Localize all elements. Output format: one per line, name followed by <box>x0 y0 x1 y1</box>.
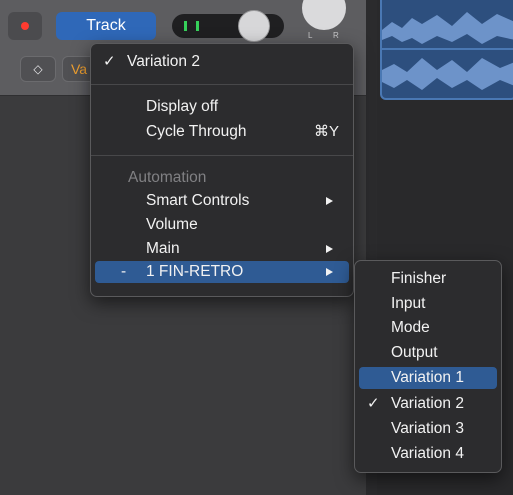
menu-item-cycle-through[interactable]: Cycle Through ⌘Y <box>95 121 349 143</box>
pan-right-label: R <box>333 31 339 40</box>
submenu-item-label: Variation 2 <box>391 395 464 412</box>
checkmark-icon: ✓ <box>367 395 380 412</box>
track-name-button[interactable]: Track <box>56 12 156 40</box>
submenu-arrow-icon <box>326 245 333 253</box>
submenu-item-label: Output <box>391 344 438 361</box>
submenu-item-label: Input <box>391 295 426 312</box>
submenu-arrow-icon <box>326 197 333 205</box>
submenu-item-variation-4[interactable]: Variation 4 <box>359 443 497 465</box>
submenu-item-mode[interactable]: Mode <box>359 317 497 339</box>
submenu-item-label: Variation 1 <box>391 369 464 386</box>
submenu-item-label: Finisher <box>391 270 447 287</box>
audio-region[interactable] <box>380 0 513 100</box>
level-meter-segment <box>184 21 187 31</box>
submenu-item-finisher[interactable]: Finisher <box>359 268 497 290</box>
menu-item-label: Volume <box>146 216 198 233</box>
checkmark-icon: ✓ <box>103 53 116 70</box>
variation-context-menu: ✓ Variation 2 Display off Cycle Through … <box>90 43 354 297</box>
submenu-item-output[interactable]: Output <box>359 342 497 364</box>
submenu-item-label: Variation 4 <box>391 445 464 462</box>
fader-knob-icon[interactable] <box>238 10 270 42</box>
submenu-arrow-icon <box>326 268 333 276</box>
menu-item-label: 1 FIN-RETRO <box>146 263 244 280</box>
menu-item-label: Display off <box>146 98 219 115</box>
menu-separator <box>91 155 353 156</box>
submenu-item-variation-2[interactable]: ✓ Variation 2 <box>359 393 497 415</box>
menu-item-display-off[interactable]: Display off <box>95 96 349 118</box>
submenu-item-label: Mode <box>391 319 430 336</box>
submenu-item-input[interactable]: Input <box>359 293 497 315</box>
menu-item-label: Main <box>146 240 180 257</box>
waveform-icon <box>382 12 513 90</box>
menu-item-label: Cycle Through <box>146 123 247 140</box>
menu-item-plugin-fin-retro[interactable]: - 1 FIN-RETRO <box>95 261 349 283</box>
menu-item-label: Smart Controls <box>146 192 250 209</box>
level-meter-segment <box>196 21 199 31</box>
menu-section-automation: Automation <box>95 167 349 189</box>
submenu-item-variation-3[interactable]: Variation 3 <box>359 418 497 440</box>
submenu-item-label: Variation 3 <box>391 420 464 437</box>
plugin-parameter-submenu: Finisher Input Mode Output Variation 1 ✓… <box>354 260 502 473</box>
stepper-icon[interactable]: ◇ <box>20 56 56 82</box>
pan-knob[interactable] <box>302 0 346 30</box>
section-header-label: Automation <box>128 169 207 186</box>
menu-separator <box>91 84 353 85</box>
logic-track-workspace: Track L R ◇ Va ✓ Variation 2 Display off… <box>0 0 513 495</box>
volume-fader[interactable] <box>172 10 284 42</box>
record-enable-button[interactable] <box>8 12 42 40</box>
menu-item-volume[interactable]: Volume <box>95 214 349 236</box>
menu-item-current-variation[interactable]: ✓ Variation 2 <box>95 51 349 73</box>
pan-left-label: L <box>308 31 313 40</box>
menu-item-smart-controls[interactable]: Smart Controls <box>95 190 349 212</box>
menu-item-main[interactable]: Main <box>95 238 349 260</box>
record-dot-icon <box>21 22 29 30</box>
plugin-prefix: - <box>121 263 127 280</box>
keyboard-shortcut: ⌘Y <box>313 123 339 140</box>
submenu-item-variation-1[interactable]: Variation 1 <box>359 367 497 389</box>
menu-item-label: Variation 2 <box>127 53 200 70</box>
